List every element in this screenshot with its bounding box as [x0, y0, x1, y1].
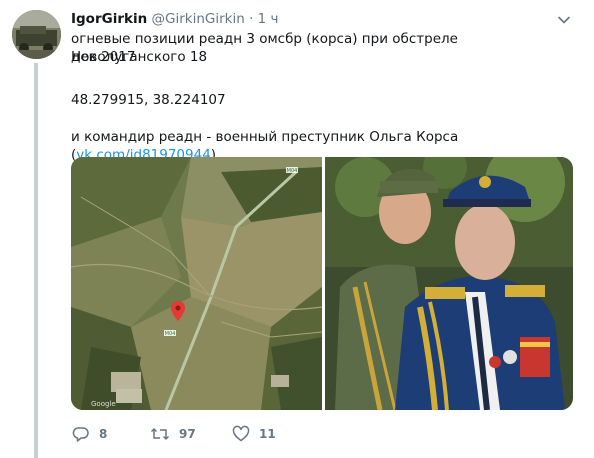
tweet-time[interactable]: 1 ч: [258, 11, 279, 27]
retweet-button[interactable]: 97: [150, 423, 196, 445]
tweet-coordinates: 48.279915, 38.224107: [71, 92, 226, 108]
reply-button[interactable]: 8: [72, 423, 107, 445]
tweet[interactable]: IgorGirkin @GirkinGirkin · 1 ч огневые п…: [0, 0, 594, 458]
thread-line: [34, 63, 38, 458]
like-count: 11: [259, 427, 276, 441]
like-button[interactable]: 11: [232, 423, 276, 445]
road-label: M04: [287, 168, 298, 174]
tweet-header: IgorGirkin @GirkinGirkin · 1 ч: [71, 9, 571, 29]
separator-dot: ·: [249, 11, 254, 27]
chevron-down-icon[interactable]: [557, 12, 571, 26]
reply-count: 8: [99, 427, 108, 441]
officers-photo[interactable]: [325, 157, 573, 410]
avatar-image: [12, 10, 61, 59]
map-attribution: Google: [91, 400, 116, 408]
retweet-icon: [150, 427, 170, 441]
author-handle[interactable]: @GirkinGirkin: [152, 11, 245, 27]
satellite-map-image[interactable]: M04 M04 Google: [71, 157, 323, 410]
heart-icon: [232, 425, 250, 442]
map-pin-icon: [171, 301, 185, 321]
reply-icon: [72, 427, 89, 442]
avatar[interactable]: [12, 10, 61, 59]
tweet-text-line-2: дек 2017: [71, 49, 136, 65]
road-label-2: M04: [165, 331, 176, 337]
retweet-count: 97: [179, 427, 196, 441]
tweet-actions: 8 97 11: [72, 423, 392, 445]
media-grid[interactable]: M04 M04 Google: [71, 157, 573, 410]
author-name[interactable]: IgorGirkin: [71, 11, 147, 27]
